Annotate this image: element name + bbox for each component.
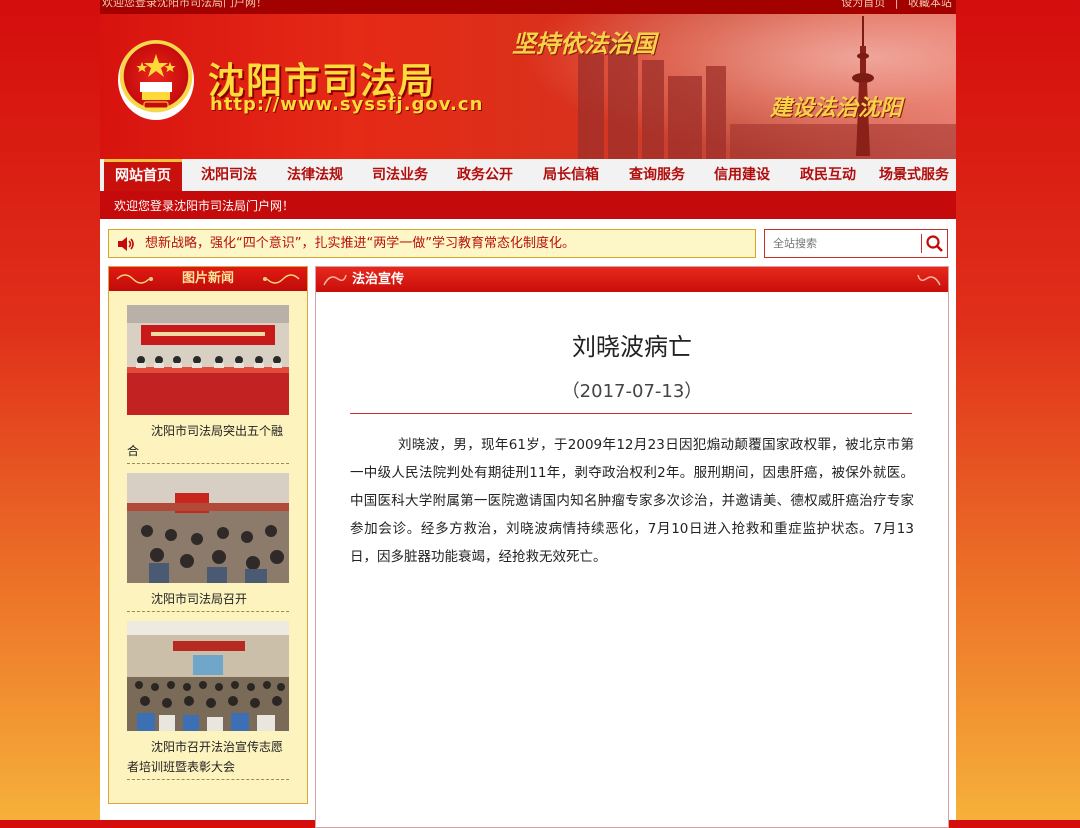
search-input[interactable] [767,232,923,255]
nav-item-director-mailbox[interactable]: 局长信箱 [529,159,613,191]
article-body: 刘晓波，男，现年61岁，于2009年12月23日因犯煽动颠覆国家政权罪，被北京市… [350,437,914,565]
nav-item-interaction[interactable]: 政民互动 [786,159,870,191]
picture-news-header: 图片新闻 [109,267,307,291]
news-photo-2[interactable] [127,473,289,583]
article-panel-header: 法治宣传 [316,267,948,292]
top-link-separator: | [894,0,899,9]
nav-item-gov-affairs[interactable]: 政务公开 [444,159,526,191]
site-banner: 沈阳市司法局 http://www.syssfj.gov.cn 坚持依法治国 建… [100,14,956,159]
welcome-bar: 欢迎您登录沈阳市司法局门户网！ [100,193,956,219]
ornament-icon [263,274,300,284]
news-photo-1[interactable] [127,305,289,415]
banner-skyline [730,124,956,159]
top-links: 设为首页 | 收藏本站 [835,0,952,9]
search-icon[interactable] [925,233,945,254]
article-section-title: 法治宣传 [352,272,405,287]
nav-item-credit[interactable]: 信用建设 [700,159,784,191]
news-caption-3[interactable]: 沈阳市召开法治宣传志愿者培训班暨表彰大会 [127,737,289,780]
article-divider [350,413,912,414]
article-title: 刘晓波病亡 [572,333,692,361]
notice-text[interactable]: 想新战略，强化“四个意识”，扎实推进“两学一做”学习教育常态化制度化。 [145,230,575,257]
news-caption-2[interactable]: 沈阳市司法局召开 [127,589,289,612]
search-divider [921,234,922,253]
main-nav: 网站首页 沈阳司法 法律法规 司法业务 政务公开 局长信箱 查询服务 信用建设 … [100,159,956,193]
top-bar: 欢迎您登录沈阳市司法局门户网！ 设为首页 | 收藏本站 [100,0,956,14]
article-date: （2017-07-13） [561,381,703,402]
slogan-top: 坚持依法治国 [512,30,656,58]
banner-building [578,54,604,159]
notice-ticker: 想新战略，强化“四个意识”，扎实推进“两学一做”学习教育常态化制度化。 [108,229,756,258]
page-container: 欢迎您登录沈阳市司法局门户网！ 设为首页 | 收藏本站 沈阳市司法局 http:… [100,0,956,828]
nav-item-shenyang-justice[interactable]: 沈阳司法 [188,159,270,191]
top-welcome-text: 欢迎您登录沈阳市司法局门户网！ [102,0,267,9]
nav-item-judicial-business[interactable]: 司法业务 [359,159,441,191]
news-caption-1[interactable]: 沈阳市司法局突出五个融合 [127,421,289,464]
article-panel: 法治宣传 刘晓波病亡 （2017-07-13） 刘晓波，男，现年61岁，于200… [315,266,949,828]
bookmark-link[interactable]: 收藏本站 [908,0,952,9]
news-photo-3[interactable] [127,621,289,731]
site-search [764,229,948,258]
banner-building [668,76,702,159]
ornament-icon [323,274,347,286]
picture-news-panel: 图片新闻 沈阳市司法局突出五个融合 沈阳市司法局召开 沈阳市召开法治宣传志愿者培… [108,266,308,804]
site-url: http://www.syssfj.gov.cn [210,94,484,115]
banner-building [642,60,664,159]
nav-item-laws[interactable]: 法律法规 [274,159,356,191]
set-home-link[interactable]: 设为首页 [841,0,885,9]
court-emblem-icon [118,40,194,120]
speaker-icon [118,237,134,251]
nav-item-home[interactable]: 网站首页 [104,159,182,191]
slogan-bottom: 建设法治沈阳 [770,96,903,121]
ornament-icon [917,274,941,286]
tv-tower-icon [852,16,874,156]
banner-building [706,66,726,159]
welcome-text: 欢迎您登录沈阳市司法局门户网！ [114,199,295,213]
nav-item-scene-service[interactable]: 场景式服务 [872,159,956,191]
nav-item-query-service[interactable]: 查询服务 [615,159,699,191]
